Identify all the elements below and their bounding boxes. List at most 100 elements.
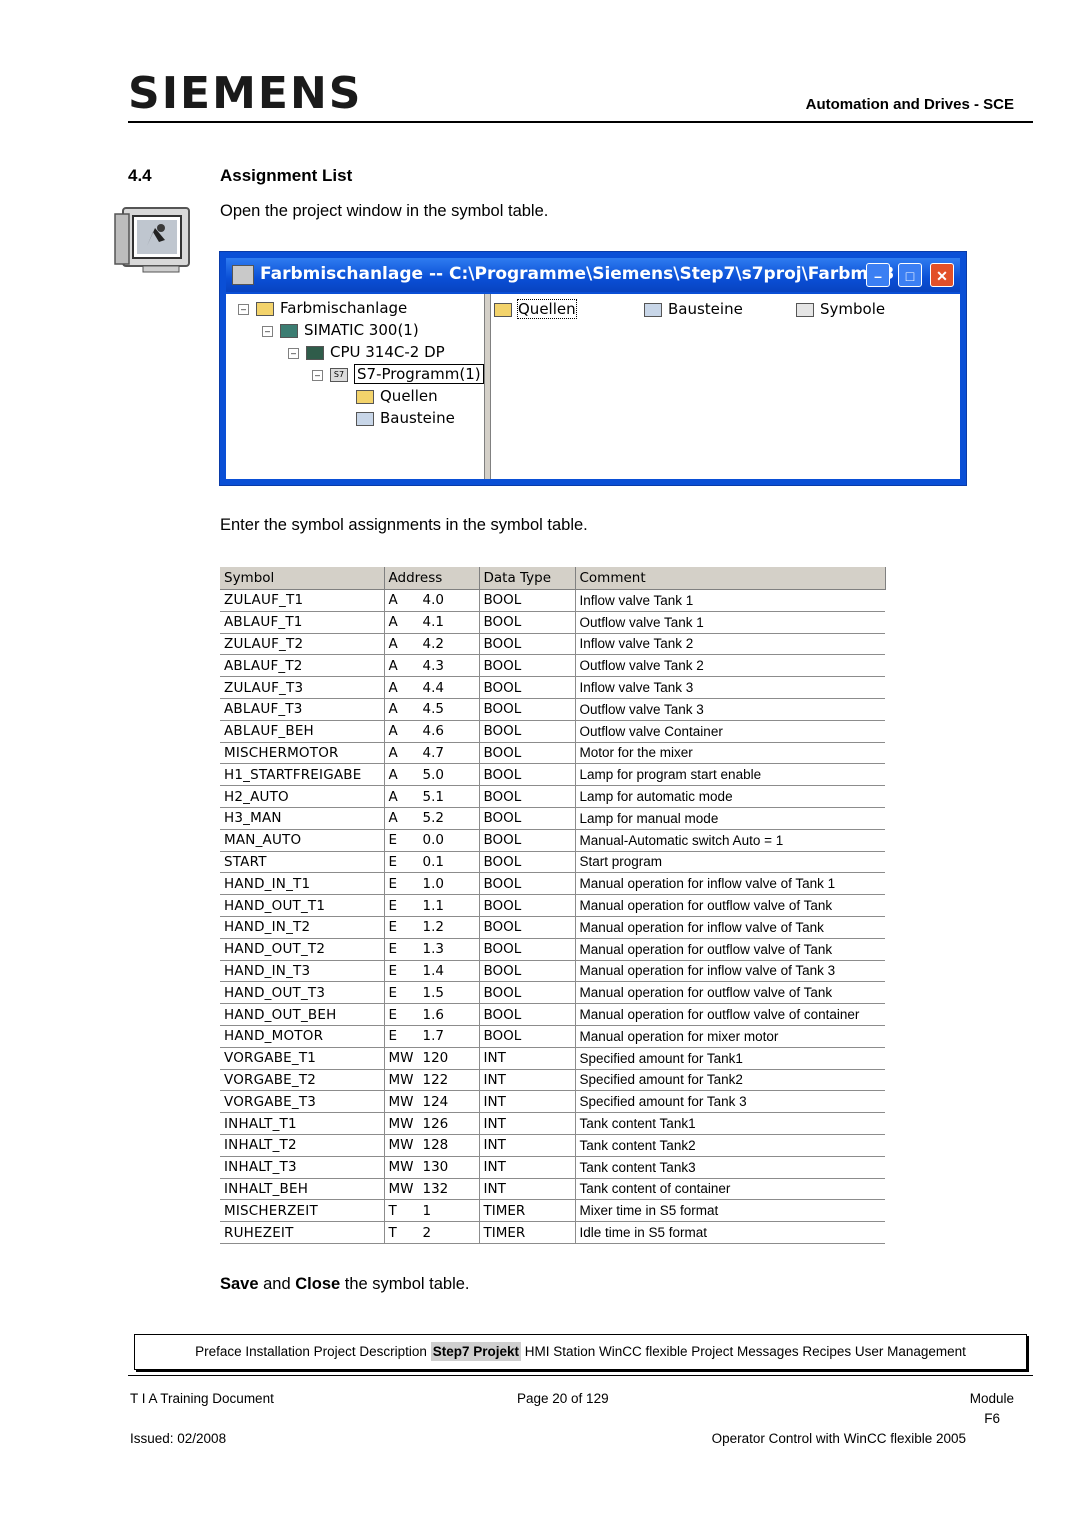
tree-item-cpu[interactable]: CPU 314C-2 DP (306, 343, 445, 361)
table-row[interactable]: INHALT_T2 MW 128 INT Tank content Tank2 (220, 1134, 885, 1157)
comment-cell[interactable]: Specified amount for Tank 3 (575, 1090, 885, 1114)
symbol-cell[interactable]: INHALT_T3 (220, 1156, 385, 1179)
table-row[interactable]: INHALT_T1 MW 126 INT Tank content Tank1 (220, 1112, 885, 1135)
symbol-cell[interactable]: INHALT_T1 (220, 1112, 385, 1135)
symbol-cell[interactable]: VORGABE_T2 (220, 1069, 385, 1092)
address-cell[interactable]: A 4.2 (384, 633, 480, 656)
table-row[interactable]: HAND_OUT_T1 E 1.1 BOOL Manual operation for … (220, 894, 885, 917)
column-header-data-type[interactable]: Data Type (479, 567, 576, 590)
symbol-cell[interactable]: HAND_OUT_BEH (220, 1003, 385, 1026)
list-item-blocks[interactable]: Bausteine (644, 300, 743, 318)
symbol-cell[interactable]: H2_AUTO (220, 785, 385, 808)
address-cell[interactable]: T2 (384, 1221, 480, 1244)
comment-cell[interactable]: Manual operation for mixer motor (575, 1025, 885, 1048)
comment-cell[interactable]: Specified amount for Tank1 (575, 1047, 885, 1070)
comment-cell[interactable]: Tank content Tank2 (575, 1134, 885, 1157)
address-cell[interactable]: A 4.5 (384, 698, 480, 721)
data-type-cell[interactable]: TIMER (479, 1199, 576, 1223)
column-header-comment[interactable]: Comment (575, 567, 886, 590)
address-cell[interactable]: E 0.1 (384, 851, 480, 874)
data-type-cell[interactable]: BOOL (479, 785, 576, 808)
symbol-cell[interactable]: ABLAUF_T1 (220, 611, 385, 634)
data-type-cell[interactable]: BOOL (479, 807, 576, 830)
comment-cell[interactable]: Start program (575, 851, 885, 874)
symbol-cell[interactable]: HAND_OUT_T3 (220, 981, 385, 1005)
address-cell[interactable]: T1 (384, 1199, 480, 1223)
address-cell[interactable]: A 4.3 (384, 654, 480, 678)
comment-cell[interactable]: Outflow valve Tank 2 (575, 654, 885, 678)
list-item-sources[interactable]: Quellen (494, 299, 577, 319)
address-cell[interactable]: MW 124 (384, 1090, 480, 1114)
data-type-cell[interactable]: BOOL (479, 654, 576, 678)
address-cell[interactable]: A 4.7 (384, 742, 480, 765)
symbol-cell[interactable]: HAND_OUT_T1 (220, 894, 385, 917)
collapse-icon[interactable]: – (288, 348, 299, 359)
comment-cell[interactable]: Manual operation for inflow valve of Tan… (575, 960, 885, 983)
address-cell[interactable]: E 1.5 (384, 981, 480, 1005)
address-cell[interactable]: E 1.1 (384, 894, 480, 917)
table-row[interactable]: ZULAUF_T3 A 4.4 BOOL Inflow valve Tank 3 (220, 676, 885, 699)
data-type-cell[interactable]: INT (479, 1178, 576, 1201)
comment-cell[interactable]: Manual operation for inflow valve of Tan… (575, 872, 885, 896)
symbol-cell[interactable]: RUHEZEIT (220, 1221, 385, 1244)
address-cell[interactable]: MW 120 (384, 1047, 480, 1070)
address-cell[interactable]: A 5.2 (384, 807, 480, 830)
comment-cell[interactable]: Manual operation for outflow valve of Ta… (575, 981, 885, 1005)
address-cell[interactable]: A 5.1 (384, 785, 480, 808)
comment-cell[interactable]: Mixer time in S5 format (575, 1199, 885, 1223)
data-type-cell[interactable]: INT (479, 1112, 576, 1135)
comment-cell[interactable]: Manual operation for inflow valve of Tan… (575, 916, 885, 939)
address-cell[interactable]: E 0.0 (384, 829, 480, 852)
minimize-button[interactable]: – (866, 263, 890, 287)
comment-cell[interactable]: Lamp for automatic mode (575, 785, 885, 808)
symbol-cell[interactable]: MISCHERMOTOR (220, 742, 385, 765)
maximize-button[interactable]: □ (898, 263, 922, 287)
comment-cell[interactable]: Lamp for manual mode (575, 807, 885, 830)
column-header-address[interactable]: Address (384, 567, 480, 590)
data-type-cell[interactable]: INT (479, 1090, 576, 1114)
data-type-cell[interactable]: INT (479, 1156, 576, 1179)
close-button[interactable]: ✕ (930, 263, 954, 287)
symbol-cell[interactable]: HAND_IN_T2 (220, 916, 385, 939)
address-cell[interactable]: E 1.7 (384, 1025, 480, 1048)
comment-cell[interactable]: Idle time in S5 format (575, 1221, 885, 1244)
table-row[interactable]: ABLAUF_T2 A 4.3 BOOL Outflow valve Tank 2 (220, 654, 885, 678)
collapse-icon[interactable]: – (312, 370, 323, 381)
comment-cell[interactable]: Manual operation for outflow valve of Ta… (575, 938, 885, 961)
symbol-cell[interactable]: H1_STARTFREIGABE (220, 763, 385, 787)
comment-cell[interactable]: Motor for the mixer (575, 742, 885, 765)
symbol-cell[interactable]: VORGABE_T1 (220, 1047, 385, 1070)
address-cell[interactable]: A 4.6 (384, 720, 480, 743)
symbol-cell[interactable]: START (220, 851, 385, 874)
data-type-cell[interactable]: BOOL (479, 960, 576, 983)
symbol-cell[interactable]: ZULAUF_T1 (220, 589, 385, 612)
symbol-cell[interactable]: ZULAUF_T3 (220, 676, 385, 699)
comment-cell[interactable]: Manual operation for outflow valve of co… (575, 1003, 885, 1026)
table-row[interactable]: HAND_IN_T1 E 1.0 BOOL Manual operation for i… (220, 872, 885, 896)
data-type-cell[interactable]: BOOL (479, 981, 576, 1005)
comment-cell[interactable]: Tank content of container (575, 1178, 885, 1201)
comment-cell[interactable]: Specified amount for Tank2 (575, 1069, 885, 1092)
table-row[interactable]: H1_STARTFREIGABE A 5.0 BOOL Lamp for program… (220, 763, 885, 787)
data-type-cell[interactable]: BOOL (479, 589, 576, 612)
data-type-cell[interactable]: INT (479, 1134, 576, 1157)
data-type-cell[interactable]: BOOL (479, 1003, 576, 1026)
comment-cell[interactable]: Outflow valve Tank 3 (575, 698, 885, 721)
data-type-cell[interactable]: BOOL (479, 633, 576, 656)
address-cell[interactable]: A 4.1 (384, 611, 480, 634)
comment-cell[interactable]: Tank content Tank1 (575, 1112, 885, 1135)
table-row[interactable]: MISCHERMOTOR A 4.7 BOOL Motor for the mixer (220, 742, 885, 765)
tree-item-station[interactable]: SIMATIC 300(1) (280, 321, 419, 339)
data-type-cell[interactable]: BOOL (479, 720, 576, 743)
table-row[interactable]: MISCHERZEIT T 1 TIMER Mixer time in S5 forma… (220, 1199, 885, 1223)
data-type-cell[interactable]: BOOL (479, 763, 576, 787)
table-row[interactable]: HAND_OUT_T2 E 1.3 BOOL Manual operation for … (220, 938, 885, 961)
table-row[interactable]: ABLAUF_BEH A 4.6 BOOL Outflow valve Containe… (220, 720, 885, 743)
symbol-cell[interactable]: ABLAUF_T2 (220, 654, 385, 678)
symbol-cell[interactable]: HAND_MOTOR (220, 1025, 385, 1048)
address-cell[interactable]: E 1.4 (384, 960, 480, 983)
comment-cell[interactable]: Outflow valve Tank 1 (575, 611, 885, 634)
address-cell[interactable]: MW 126 (384, 1112, 480, 1135)
tree-item-blocks[interactable]: Bausteine (356, 409, 455, 427)
data-type-cell[interactable]: BOOL (479, 938, 576, 961)
